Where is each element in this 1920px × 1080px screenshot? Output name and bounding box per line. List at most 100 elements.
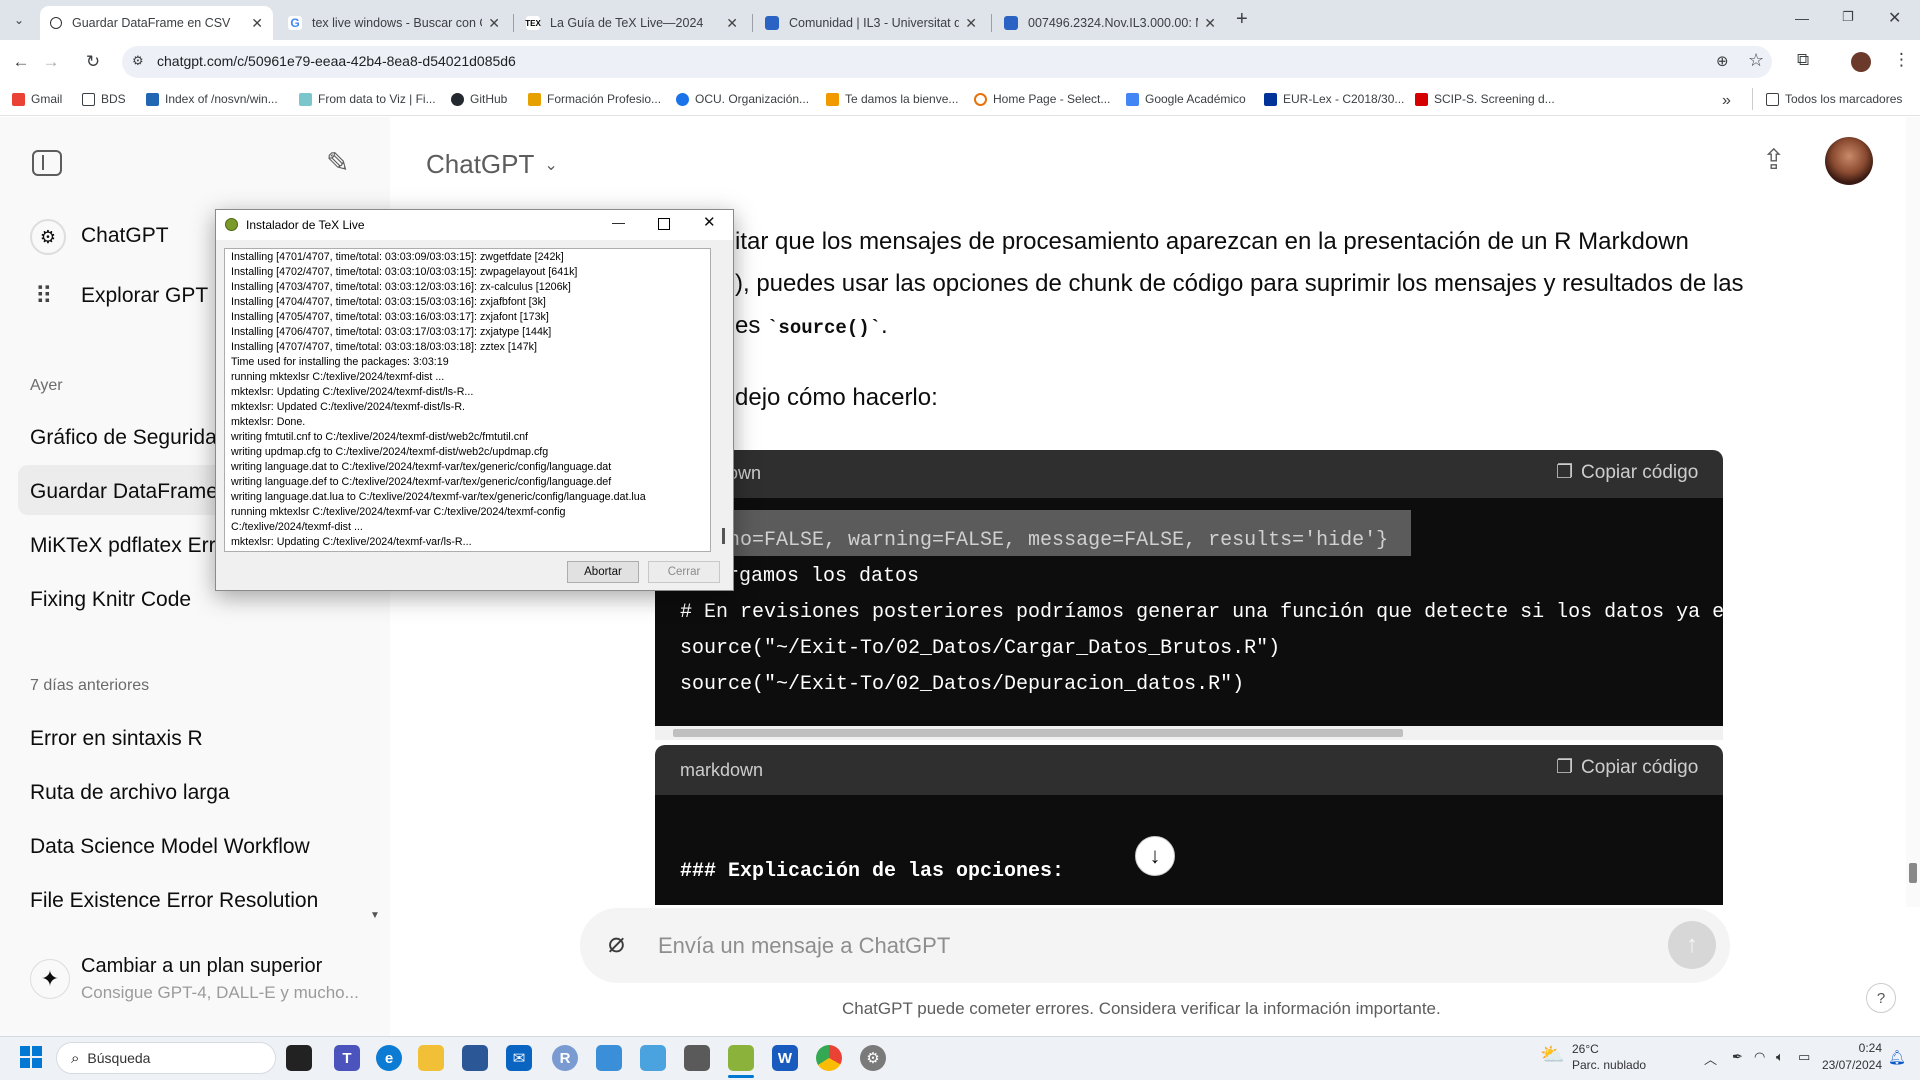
google-icon: G	[288, 16, 302, 30]
clock-time[interactable]: 0:24	[1826, 1041, 1882, 1055]
mail-icon[interactable]: ✉	[506, 1045, 532, 1071]
site-info-icon[interactable]: ⚙	[132, 53, 144, 69]
bookmark-gmail[interactable]: Gmail	[12, 92, 62, 106]
close-tab-icon[interactable]: ✕	[726, 15, 738, 32]
file-explorer-icon[interactable]	[418, 1045, 444, 1071]
bookmark-eur-lex[interactable]: EUR-Lex - C2018/30...	[1264, 92, 1404, 106]
upgrade-plan-title[interactable]: Cambiar a un plan superior	[81, 955, 322, 978]
scroll-to-bottom-button[interactable]: ↓	[1135, 836, 1175, 876]
zoom-icon[interactable]: ⊕	[1716, 52, 1729, 70]
sidebar-chat-fixing-knitr[interactable]: Fixing Knitr Code	[30, 588, 191, 612]
tab-guardar-dataframe[interactable]: Guardar DataFrame en CSV ✕	[40, 6, 273, 40]
sidebar-chat-data-science-workflow[interactable]: Data Science Model Workflow	[30, 835, 310, 859]
bookmark-star-icon[interactable]: ☆	[1748, 50, 1764, 71]
taskbar-app-icon[interactable]	[684, 1045, 710, 1071]
extensions-icon[interactable]: ⧉	[1797, 50, 1809, 70]
bookmark-ocu[interactable]: OCU. Organización...	[676, 92, 809, 106]
chrome-icon[interactable]	[816, 1045, 842, 1071]
rstudio-icon[interactable]: R	[552, 1045, 578, 1071]
bookmark-home-page[interactable]: Home Page - Select...	[974, 92, 1110, 106]
sidebar-chat-guardar-dataframe[interactable]: Guardar DataFrame	[30, 480, 218, 504]
send-button[interactable]: ↑	[1668, 921, 1716, 969]
abort-button[interactable]: Abortar	[567, 561, 639, 583]
help-button[interactable]: ?	[1866, 983, 1896, 1013]
close-tab-icon[interactable]: ✕	[965, 15, 977, 32]
tab-tex-live-search[interactable]: G tex live windows - Buscar con G ✕	[278, 6, 510, 40]
log-line: writing language.dat to C:/texlive/2024/…	[231, 461, 612, 473]
page-scrollbar[interactable]	[1906, 117, 1920, 907]
log-scrollbar[interactable]	[721, 248, 727, 552]
windows-start-icon[interactable]	[20, 1046, 42, 1068]
tray-chevron-up-icon[interactable]: ︿	[1704, 1049, 1717, 1068]
new-chat-icon[interactable]: ✎	[326, 146, 349, 179]
close-tab-icon[interactable]: ✕	[1204, 15, 1216, 32]
bookmark-index-nosvn[interactable]: Index of /nosvn/win...	[146, 92, 278, 106]
dialog-maximize-button[interactable]	[658, 218, 670, 230]
all-bookmarks-button[interactable]: Todos los marcadores	[1766, 92, 1902, 106]
sidebar-chat-miktex-error[interactable]: MiKTeX pdflatex Error	[30, 534, 234, 558]
edge-icon[interactable]: e	[376, 1045, 402, 1071]
reload-icon[interactable]: ↻	[82, 51, 104, 73]
word-icon[interactable]: W	[772, 1045, 798, 1071]
task-view-icon[interactable]	[286, 1045, 312, 1071]
sidebar-chat-ruta-archivo[interactable]: Ruta de archivo larga	[30, 781, 230, 805]
toggle-sidebar-icon[interactable]	[32, 150, 62, 176]
taskbar-search-box[interactable]: ⌕ Búsqueda	[56, 1042, 276, 1074]
teams-icon[interactable]: T	[334, 1045, 360, 1071]
battery-icon[interactable]: ▭	[1798, 1049, 1810, 1065]
dialog-minimize-button[interactable]: —	[612, 215, 625, 230]
taskbar-app-icon[interactable]	[640, 1045, 666, 1071]
bookmarks-overflow-button[interactable]: »	[1722, 92, 1731, 110]
sidebar-chat-error-sintaxis[interactable]: Error en sintaxis R	[30, 727, 203, 751]
close-button[interactable]: Cerrar	[648, 561, 720, 583]
notification-bell-icon[interactable]: 🔔︎	[1888, 1049, 1906, 1066]
model-selector[interactable]: ChatGPT ⌄	[426, 149, 558, 180]
tab-comunidad-il3[interactable]: Comunidad | IL3 - Universitat d ✕	[755, 6, 987, 40]
texlive-taskbar-icon[interactable]	[728, 1045, 754, 1071]
sidebar-scroll-down-arrow[interactable]: ▼	[370, 910, 380, 921]
close-window-button[interactable]: ✕	[1888, 8, 1901, 28]
sidebar-item-chatgpt[interactable]: ChatGPT	[81, 224, 169, 248]
close-tab-icon[interactable]: ✕	[251, 15, 263, 32]
bookmark-formacion[interactable]: Formación Profesio...	[528, 92, 661, 106]
bookmark-bds[interactable]: BDS	[82, 92, 126, 106]
weather-temperature: 26°C	[1572, 1042, 1599, 1056]
user-avatar[interactable]	[1825, 137, 1873, 185]
message-input[interactable]: Envía un mensaje a ChatGPT	[658, 933, 950, 959]
bookmark-data-to-viz[interactable]: From data to Viz | Fi...	[299, 92, 436, 106]
microsoft-store-icon[interactable]	[462, 1045, 488, 1071]
install-log-textarea[interactable]: Installing [4701/4707, time/total: 03:03…	[224, 248, 711, 552]
settings-gear-icon[interactable]: ⚙	[860, 1045, 886, 1071]
pen-icon[interactable]: ✒	[1732, 1049, 1743, 1065]
minimize-window-button[interactable]: —	[1795, 10, 1809, 26]
bookmark-bienvenida[interactable]: Te damos la bienve...	[826, 92, 958, 106]
bookmarks-bar	[0, 82, 1920, 116]
bookmark-github[interactable]: GitHub	[451, 92, 507, 106]
new-tab-button[interactable]: +	[1236, 8, 1248, 31]
restore-window-button[interactable]: ❐	[1842, 9, 1854, 25]
sidebar-chat-file-existence[interactable]: File Existence Error Resolution	[30, 889, 318, 913]
taskbar-app-icon[interactable]	[596, 1045, 622, 1071]
tab-il3-course[interactable]: 007496.2324.Nov.IL3.000.00: M ✕	[994, 6, 1226, 40]
close-tab-icon[interactable]: ✕	[488, 15, 500, 32]
log-line: writing updmap.cfg to C:/texlive/2024/te…	[231, 446, 549, 458]
dialog-close-button[interactable]: ✕	[703, 213, 716, 231]
code-horizontal-scrollbar[interactable]	[655, 726, 1723, 740]
attach-paperclip-icon[interactable]: ⌀	[608, 926, 625, 959]
bookmark-google-academico[interactable]: Google Académico	[1126, 92, 1246, 106]
bookmark-scip[interactable]: SCIP-S. Screening d...	[1415, 92, 1555, 106]
tab-search-icon[interactable]: ⌄	[8, 9, 30, 31]
profile-avatar[interactable]	[1851, 52, 1871, 72]
share-icon[interactable]: ⇪	[1762, 143, 1785, 176]
sidebar-chat-grafico-seguridad[interactable]: Gráfico de Seguridad	[30, 426, 228, 450]
copy-code-button[interactable]: ❐ Copiar código	[1556, 756, 1698, 779]
browser-menu-icon[interactable]: ⋮	[1893, 50, 1910, 70]
clock-date[interactable]: 23/07/2024	[1812, 1058, 1882, 1072]
wifi-icon[interactable]: ◠	[1754, 1049, 1765, 1065]
volume-icon[interactable]: 🔈︎	[1776, 1049, 1784, 1065]
sidebar-item-explore-gpt[interactable]: Explorar GPT	[81, 284, 208, 308]
tab-tex-live-guide[interactable]: TEX La Guía de TeX Live—2024 ✕	[516, 6, 748, 40]
copy-code-button[interactable]: ❐ Copiar código	[1556, 461, 1698, 484]
forward-icon[interactable]: →	[40, 51, 62, 73]
back-icon[interactable]: ←	[10, 51, 32, 73]
